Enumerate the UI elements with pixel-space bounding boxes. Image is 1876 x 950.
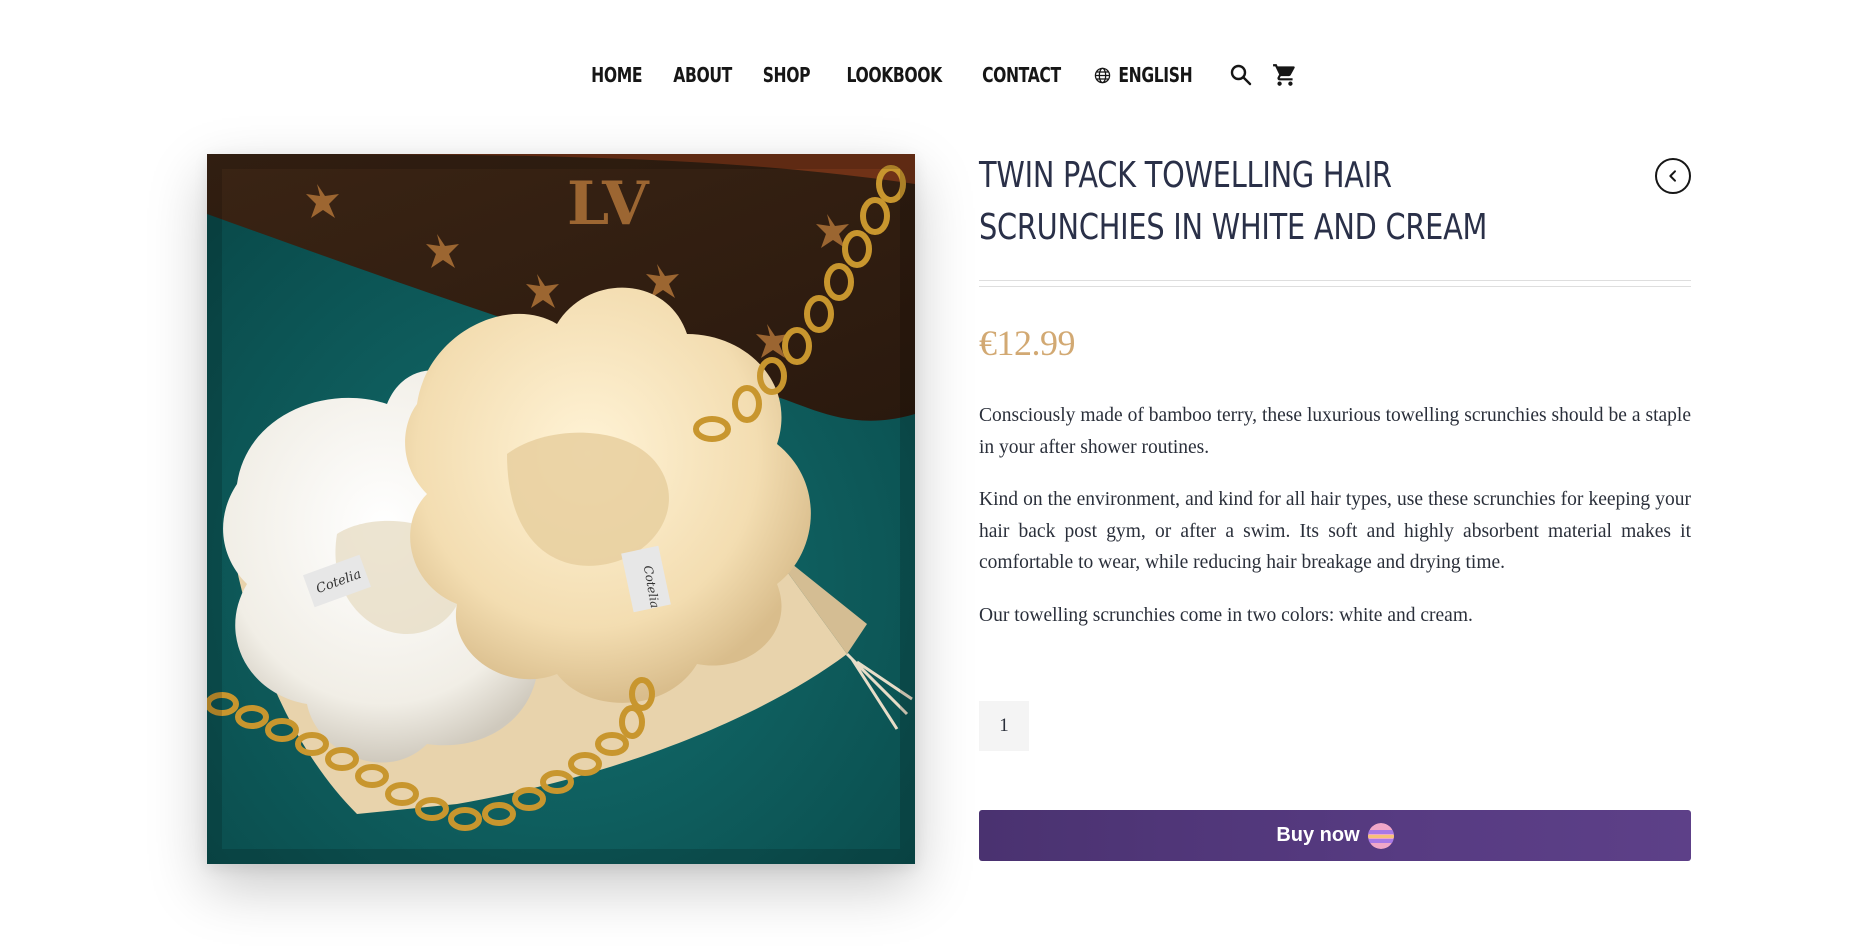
- cart-icon[interactable]: [1272, 62, 1298, 88]
- product-details: TWIN PACK TOWELLING HAIR SCRUNCHIES IN W…: [979, 150, 1691, 861]
- svg-text:LV: LV: [567, 169, 650, 239]
- nav-lookbook[interactable]: LOOKBOOK: [846, 63, 942, 87]
- nav-shop[interactable]: SHOP: [763, 63, 811, 87]
- language-selector[interactable]: ENGLISH: [1094, 63, 1209, 87]
- title-divider: [979, 280, 1691, 287]
- search-icon[interactable]: [1228, 62, 1254, 88]
- language-label: ENGLISH: [1118, 63, 1193, 87]
- nav-about[interactable]: ABOUT: [673, 63, 732, 87]
- product-image: LV Cotelia Cotelia: [207, 154, 915, 864]
- globe-icon: [1094, 66, 1112, 84]
- product-description: Consciously made of bamboo terry, these …: [979, 400, 1691, 652]
- chevron-left-icon: [1665, 168, 1681, 184]
- payment-logo-icon: [1367, 822, 1394, 849]
- description-paragraph: Kind on the environment, and kind for al…: [979, 489, 1691, 573]
- nav-contact[interactable]: CONTACT: [982, 63, 1061, 87]
- nav-home[interactable]: HOME: [591, 63, 642, 87]
- quantity-input[interactable]: [979, 701, 1029, 751]
- main-nav: HOME ABOUT SHOP LOOKBOOK CONTACT ENGLISH: [0, 62, 1876, 88]
- buy-now-button[interactable]: Buy now: [979, 810, 1691, 861]
- buy-now-label: Buy now: [1276, 824, 1360, 846]
- product-price: €12.99: [979, 323, 1076, 363]
- back-button[interactable]: [1655, 158, 1691, 194]
- description-paragraph: Our towelling scrunchies come in two col…: [979, 604, 1473, 626]
- product-title: TWIN PACK TOWELLING HAIR SCRUNCHIES IN W…: [979, 155, 1488, 248]
- description-paragraph: Consciously made of bamboo terry, these …: [979, 405, 1691, 458]
